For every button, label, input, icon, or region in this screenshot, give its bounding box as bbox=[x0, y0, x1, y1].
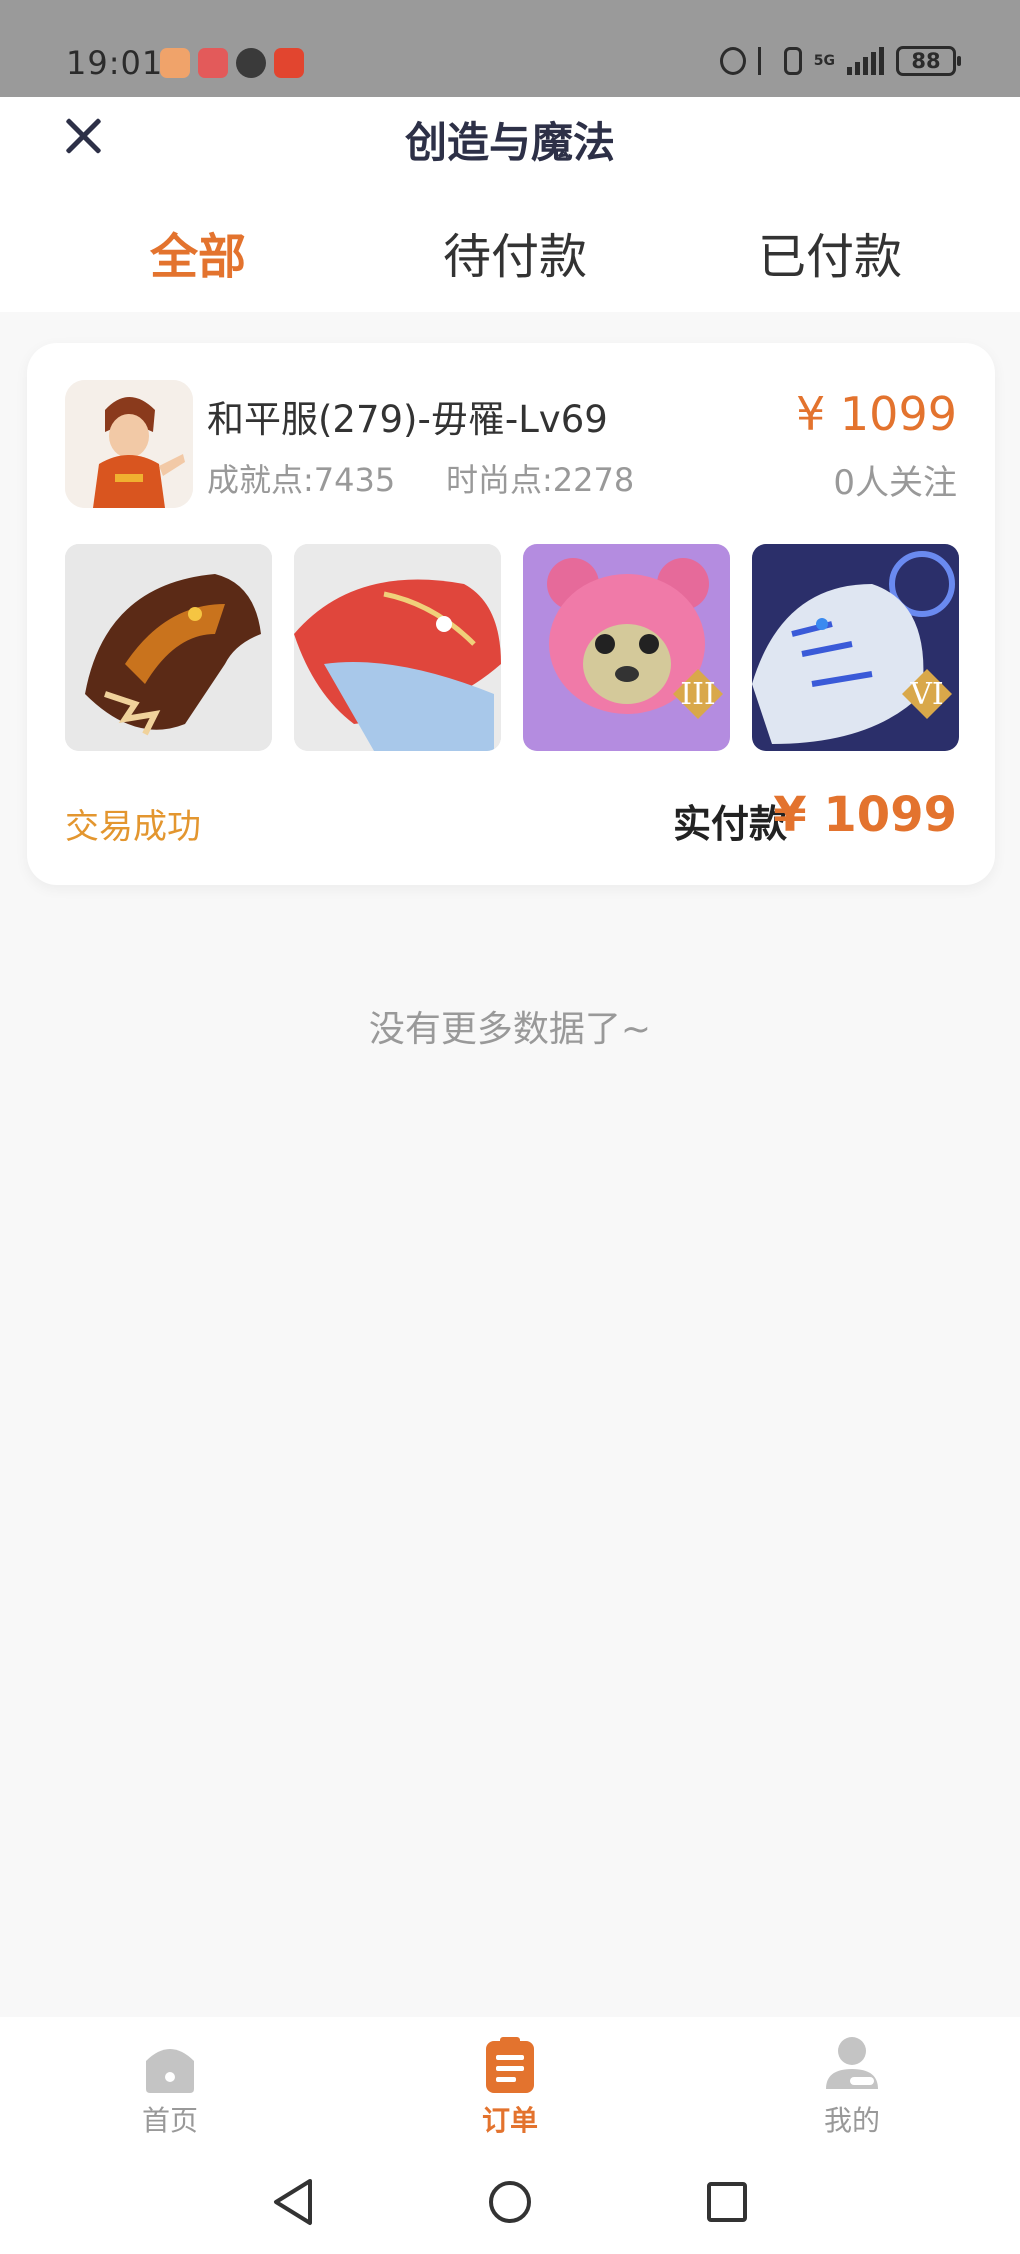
home-icon bbox=[142, 2037, 198, 2093]
order-card[interactable]: 和平服(279)-毋罹-Lv69 成就点:7435 时尚点:2278 ¥ 109… bbox=[27, 343, 995, 885]
tab-paid[interactable]: 已付款 bbox=[758, 217, 902, 287]
tab-all[interactable]: 全部 bbox=[150, 217, 246, 287]
nav-mine-label: 我的 bbox=[823, 2104, 880, 2137]
back-icon[interactable] bbox=[270, 2177, 316, 2227]
notification-icons bbox=[160, 48, 304, 78]
page-title: 创造与魔法 bbox=[404, 118, 615, 167]
nav-orders[interactable]: 订单 bbox=[440, 2037, 580, 2139]
order-status: 交易成功 bbox=[65, 807, 201, 847]
status-time: 19:01 bbox=[66, 44, 164, 82]
tab-pending-payment[interactable]: 待付款 bbox=[443, 217, 587, 287]
shark-mount-thumbnail[interactable] bbox=[294, 544, 501, 751]
huawei-app-icon bbox=[198, 48, 228, 78]
status-bar: 19:01 5G 88 bbox=[0, 0, 1020, 97]
recent-apps-icon[interactable] bbox=[704, 2177, 750, 2227]
music-app-icon bbox=[236, 48, 266, 78]
paid-label: 实付款 bbox=[672, 802, 787, 846]
white-tiger-mount-thumbnail[interactable]: VI bbox=[752, 544, 959, 751]
listen-app-icon bbox=[274, 48, 304, 78]
nav-home-label: 首页 bbox=[141, 2104, 198, 2137]
system-navigation-bar bbox=[0, 2147, 1020, 2254]
header: 创造与魔法 全部 待付款 已付款 bbox=[0, 97, 1020, 312]
server-name: 和平服(279)-毋罹-Lv69 bbox=[207, 398, 608, 441]
fashion-points: 时尚点:2278 bbox=[446, 461, 635, 499]
no-more-data-text: 没有更多数据了~ bbox=[368, 1009, 652, 1050]
follower-count: 0人关注 bbox=[833, 463, 957, 503]
order-tabs: 全部 待付款 已付款 bbox=[0, 217, 1020, 287]
paid-amount: ¥ 1099 bbox=[773, 787, 957, 843]
item-thumbnails: III VI bbox=[65, 544, 959, 751]
battery-icon: 88 bbox=[896, 46, 961, 76]
network-type: 5G bbox=[813, 53, 835, 69]
user-icon bbox=[824, 2037, 880, 2093]
pink-bear-pet-thumbnail[interactable]: III bbox=[523, 544, 730, 751]
achievement-points: 成就点:7435 bbox=[207, 461, 396, 499]
tier-badge-6: VI bbox=[909, 677, 944, 712]
nav-orders-label: 订单 bbox=[481, 2104, 538, 2137]
signal-icon bbox=[847, 47, 884, 75]
nav-home[interactable]: 首页 bbox=[100, 2037, 240, 2139]
home-button-icon[interactable] bbox=[487, 2177, 533, 2227]
alarm-icon bbox=[719, 47, 746, 75]
bottom-nav: 首页 订单 我的 bbox=[0, 2017, 1020, 2147]
character-avatar bbox=[65, 380, 193, 508]
dragon-mount-thumbnail[interactable] bbox=[65, 544, 272, 751]
nav-mine[interactable]: 我的 bbox=[782, 2037, 922, 2139]
bluetooth-icon bbox=[757, 47, 772, 75]
clipboard-icon bbox=[482, 2037, 538, 2093]
vibrate-icon bbox=[783, 47, 802, 75]
system-indicators: 5G 88 bbox=[719, 46, 961, 76]
listing-price: ¥ 1099 bbox=[796, 387, 957, 441]
heart-app-icon bbox=[160, 48, 190, 78]
tier-badge-3: III bbox=[680, 677, 716, 712]
